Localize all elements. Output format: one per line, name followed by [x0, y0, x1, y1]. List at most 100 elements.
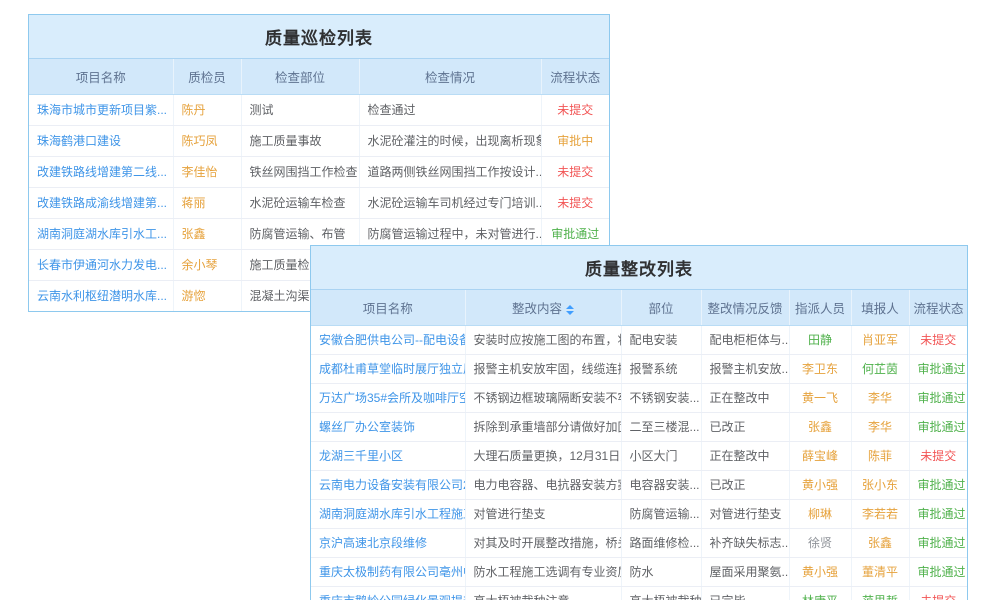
- reporter-name: 李若若: [851, 500, 909, 529]
- reporter-name: 董清平: [851, 558, 909, 587]
- project-name-link[interactable]: 安徽合肥供电公司--配电设备...: [311, 326, 465, 355]
- inspector-name: 张鑫: [173, 219, 241, 250]
- project-name-link[interactable]: 云南水利枢纽潜明水库...: [29, 281, 173, 312]
- rectification-list-title: 质量整改列表: [311, 246, 967, 290]
- project-name-link[interactable]: 云南电力设备安装有限公司20...: [311, 471, 465, 500]
- part-cell: 电容器安装...: [621, 471, 701, 500]
- assignee-name: 薛宝峰: [789, 442, 851, 471]
- part-cell: 二至三楼混...: [621, 413, 701, 442]
- flow-status-badge: 未提交: [541, 157, 609, 188]
- inspection-situation-cell: 道路两侧铁丝网围挡工作按设计...: [359, 157, 541, 188]
- project-name-link[interactable]: 珠海鹤港口建设: [29, 126, 173, 157]
- project-name-link[interactable]: 万达广场35#会所及咖啡厅空...: [311, 384, 465, 413]
- inspection-table-row[interactable]: 珠海鹤港口建设 陈巧凤 施工质量事故 水泥砼灌注的时候，出现离析现象 审批中: [29, 126, 609, 157]
- project-name-link[interactable]: 螺丝厂办公室装饰: [311, 413, 465, 442]
- inspection-part-cell: 水泥砼运输车检查: [241, 188, 359, 219]
- assignee-name: 黄小强: [789, 471, 851, 500]
- assignee-name: 李卫东: [789, 355, 851, 384]
- rectification-table-row[interactable]: 湖南洞庭湖水库引水工程施工... 对管进行垫支 防腐管运输... 对管进行垫支 …: [311, 500, 967, 529]
- flow-status-badge: 审批通过: [909, 471, 967, 500]
- rectify-content-cell: 大理石质量更换，12月31日之...: [465, 442, 621, 471]
- reporter-name: 李华: [851, 413, 909, 442]
- col-header-project-name: 项目名称: [311, 290, 465, 326]
- rectification-table-row[interactable]: 龙湖三千里小区 大理石质量更换，12月31日之... 小区大门 正在整改中 薛宝…: [311, 442, 967, 471]
- col-header-project-name: 项目名称: [29, 59, 173, 95]
- sort-icon[interactable]: [566, 305, 574, 315]
- rectify-content-cell: 防水工程施工选调有专业资质...: [465, 558, 621, 587]
- col-header-inspection-part: 检查部位: [241, 59, 359, 95]
- rectification-table-row[interactable]: 重庆太极制药有限公司亳州中... 防水工程施工选调有专业资质... 防水 屋面采…: [311, 558, 967, 587]
- rectification-table-row[interactable]: 安徽合肥供电公司--配电设备... 安装时应按施工图的布置，将... 配电安装 …: [311, 326, 967, 355]
- project-name-link[interactable]: 成都杜甫草堂临时展厅独立展...: [311, 355, 465, 384]
- rectification-table-row[interactable]: 万达广场35#会所及咖啡厅空... 不锈钢边框玻璃隔断安装不牢... 不锈钢安装…: [311, 384, 967, 413]
- rectification-table-row[interactable]: 京沪高速北京段维修 对其及时开展整改措施，桥头... 路面维修检... 补齐缺失…: [311, 529, 967, 558]
- project-name-link[interactable]: 京沪高速北京段维修: [311, 529, 465, 558]
- feedback-cell: 已完毕: [701, 587, 789, 600]
- project-name-link[interactable]: 重庆市鹅岭公园绿化景观提升...: [311, 587, 465, 600]
- inspection-table-row[interactable]: 珠海市城市更新项目紫... 陈丹 测试 检查通过 未提交: [29, 95, 609, 126]
- flow-status-badge: 审批通过: [909, 355, 967, 384]
- col-header-inspection-situation: 检查情况: [359, 59, 541, 95]
- sort-ascending-icon[interactable]: [566, 305, 574, 309]
- reporter-name: 张小东: [851, 471, 909, 500]
- col-header-inspector: 质检员: [173, 59, 241, 95]
- project-name-link[interactable]: 重庆太极制药有限公司亳州中...: [311, 558, 465, 587]
- flow-status-badge: 审批通过: [909, 558, 967, 587]
- inspection-table-row[interactable]: 改建铁路线增建第二线... 李佳怡 铁丝网围挡工作检查 道路两侧铁丝网围挡工作按…: [29, 157, 609, 188]
- sort-descending-icon[interactable]: [566, 311, 574, 315]
- project-name-link[interactable]: 珠海市城市更新项目紫...: [29, 95, 173, 126]
- project-name-link[interactable]: 龙湖三千里小区: [311, 442, 465, 471]
- assignee-name: 徐贤: [789, 529, 851, 558]
- rectification-table-row[interactable]: 螺丝厂办公室装饰 拆除到承重墙部分请做好加固... 二至三楼混... 已改正 张…: [311, 413, 967, 442]
- reporter-name: 张鑫: [851, 529, 909, 558]
- col-header-rectify-content[interactable]: 整改内容: [465, 290, 621, 326]
- feedback-cell: 已改正: [701, 471, 789, 500]
- inspector-name: 蒋丽: [173, 188, 241, 219]
- flow-status-badge: 审批通过: [909, 529, 967, 558]
- rectification-table-row[interactable]: 云南电力设备安装有限公司20... 电力电容器、电抗器安装方案... 电容器安装…: [311, 471, 967, 500]
- reporter-name: 范思哲: [851, 587, 909, 600]
- col-header-feedback: 整改情况反馈: [701, 290, 789, 326]
- col-header-assignee: 指派人员: [789, 290, 851, 326]
- reporter-name: 陈菲: [851, 442, 909, 471]
- rectification-header-row: 项目名称 整改内容 部位 整改情况反馈 指派人员 填报人 流程状态: [311, 290, 967, 326]
- rectify-content-cell: 电力电容器、电抗器安装方案...: [465, 471, 621, 500]
- rectify-content-cell: 安装时应按施工图的布置，将...: [465, 326, 621, 355]
- inspection-situation-cell: 检查通过: [359, 95, 541, 126]
- rectification-table-row[interactable]: 重庆市鹅岭公园绿化景观提升... 高大梧被栽种注意 高大梧被栽种 已完毕 林康平…: [311, 587, 967, 600]
- inspector-name: 陈丹: [173, 95, 241, 126]
- feedback-cell: 报警主机安放...: [701, 355, 789, 384]
- project-name-link[interactable]: 湖南洞庭湖水库引水工程施工...: [311, 500, 465, 529]
- rectify-content-cell: 报警主机安放牢固，线缆连接...: [465, 355, 621, 384]
- assignee-name: 田静: [789, 326, 851, 355]
- inspection-situation-cell: 水泥砼灌注的时候，出现离析现象: [359, 126, 541, 157]
- rectify-content-cell: 拆除到承重墙部分请做好加固...: [465, 413, 621, 442]
- flow-status-badge: 未提交: [909, 326, 967, 355]
- project-name-link[interactable]: 改建铁路线增建第二线...: [29, 157, 173, 188]
- feedback-cell: 正在整改中: [701, 442, 789, 471]
- col-header-part: 部位: [621, 290, 701, 326]
- feedback-cell: 正在整改中: [701, 384, 789, 413]
- feedback-cell: 补齐缺失标志...: [701, 529, 789, 558]
- rectification-list-panel: 质量整改列表 项目名称 整改内容 部位 整改情况反馈 指派人员 填报人 流程状态…: [310, 245, 968, 600]
- part-cell: 不锈钢安装...: [621, 384, 701, 413]
- inspection-table-row[interactable]: 改建铁路成渝线增建第... 蒋丽 水泥砼运输车检查 水泥砼运输车司机经过专门培训…: [29, 188, 609, 219]
- flow-status-badge: 未提交: [909, 587, 967, 600]
- project-name-link[interactable]: 改建铁路成渝线增建第...: [29, 188, 173, 219]
- rectification-table-row[interactable]: 成都杜甫草堂临时展厅独立展... 报警主机安放牢固，线缆连接... 报警系统 报…: [311, 355, 967, 384]
- project-name-link[interactable]: 湖南洞庭湖水库引水工...: [29, 219, 173, 250]
- part-cell: 配电安装: [621, 326, 701, 355]
- part-cell: 小区大门: [621, 442, 701, 471]
- inspector-name: 余小琴: [173, 250, 241, 281]
- feedback-cell: 对管进行垫支: [701, 500, 789, 529]
- project-name-link[interactable]: 长春市伊通河水力发电...: [29, 250, 173, 281]
- reporter-name: 李华: [851, 384, 909, 413]
- inspector-name: 陈巧凤: [173, 126, 241, 157]
- assignee-name: 黄小强: [789, 558, 851, 587]
- inspection-part-cell: 施工质量事故: [241, 126, 359, 157]
- part-cell: 防腐管运输...: [621, 500, 701, 529]
- part-cell: 路面维修检...: [621, 529, 701, 558]
- reporter-name: 何芷茵: [851, 355, 909, 384]
- inspection-part-cell: 测试: [241, 95, 359, 126]
- feedback-cell: 屋面采用聚氨...: [701, 558, 789, 587]
